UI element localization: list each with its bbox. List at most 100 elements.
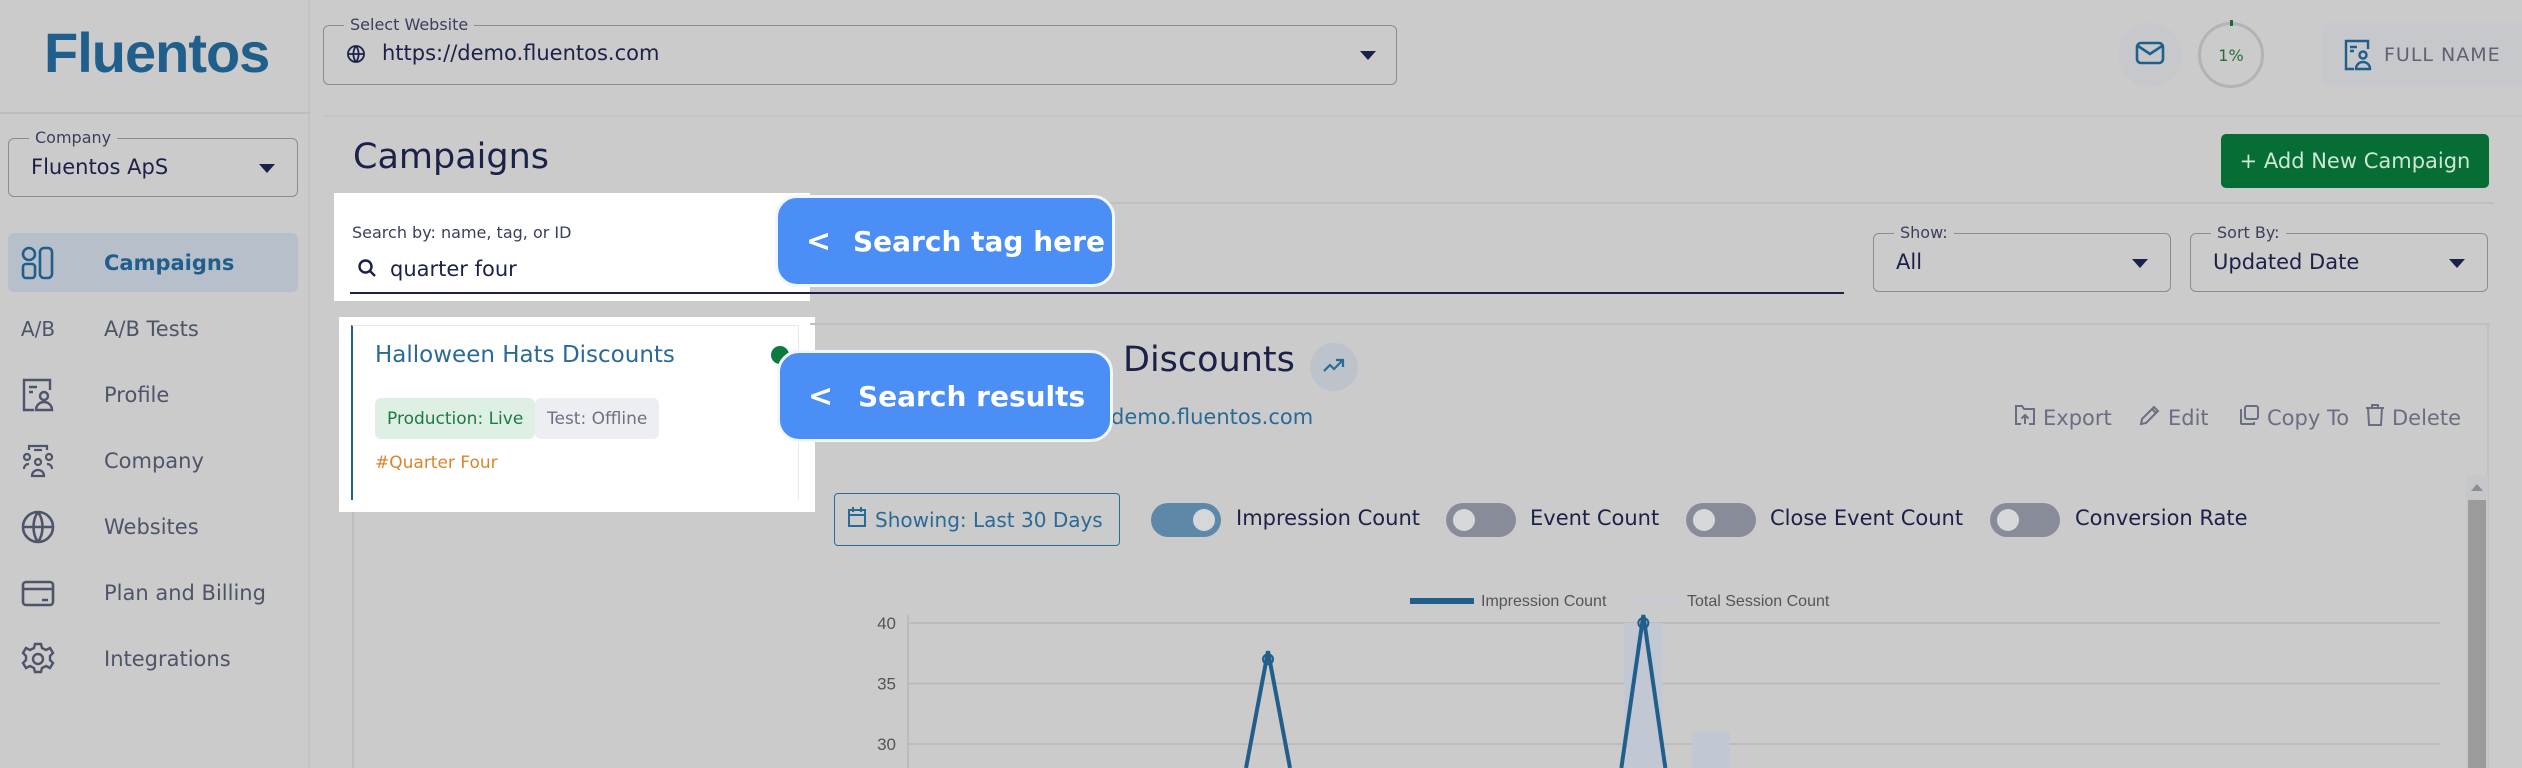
show-filter-select[interactable]: Show: All	[1873, 223, 2171, 292]
delete-button[interactable]: Delete	[2364, 403, 2461, 432]
toggle-knob	[1193, 509, 1215, 531]
session-count-bar	[1691, 731, 1730, 768]
legend-label-total-session-count: Total Session Count	[1687, 593, 1830, 610]
company-icon	[20, 443, 56, 479]
chevron-down-icon	[2132, 259, 2148, 268]
chevron-up-icon	[2471, 483, 2483, 491]
chevron-left-icon: <	[808, 378, 834, 414]
test-status-badge: Test: Offline	[535, 398, 660, 439]
y-tick-label: 30	[877, 735, 896, 754]
sort-by-value: Updated Date	[2213, 250, 2360, 274]
user-menu-button[interactable]: FULL NAME	[2322, 23, 2522, 87]
chevron-down-icon	[1360, 51, 1376, 60]
search-label: Search by: name, tag, or ID	[352, 223, 572, 242]
sidebar-item-label: A/B Tests	[104, 316, 199, 341]
progress-arc	[2230, 20, 2233, 26]
mail-icon	[2135, 41, 2165, 69]
search-tag-tooltip: < Search tag here	[775, 195, 1115, 287]
edit-label: Edit	[2168, 405, 2209, 430]
sidebar-item-label: Plan and Billing	[104, 580, 266, 605]
campaign-title[interactable]: Halloween Hats Discounts	[375, 342, 675, 368]
sort-by-label: Sort By:	[2211, 223, 2286, 242]
campaign-card[interactable]: Halloween Hats Discounts Production: Liv…	[351, 325, 799, 500]
website-select-value: https://demo.fluentos.com	[382, 41, 660, 65]
user-name: FULL NAME	[2384, 44, 2501, 66]
search-results-tooltip: < Search results	[777, 350, 1113, 442]
company-select[interactable]: Company Fluentos ApS	[8, 128, 298, 197]
toggle-knob	[1997, 509, 2019, 531]
conversion-rate-toggle[interactable]	[1990, 503, 2060, 537]
calendar-icon	[847, 506, 867, 533]
copy-to-button[interactable]: Copy To	[2237, 403, 2349, 432]
search-underline	[350, 292, 1844, 294]
search-icon	[357, 258, 377, 282]
sidebar-item-integrations[interactable]: Integrations	[8, 629, 298, 688]
legend-swatch-total-session-count	[1635, 600, 1680, 602]
show-filter-label: Show:	[1894, 223, 1954, 242]
globe-icon	[346, 44, 366, 68]
globe-icon	[20, 509, 56, 545]
show-filter-value: All	[1896, 250, 1923, 274]
pencil-icon	[2138, 403, 2162, 432]
legend-swatch-impression-count	[1410, 598, 1474, 604]
sidebar-item-label: Websites	[104, 514, 199, 539]
toggle-knob	[1453, 509, 1475, 531]
gear-icon	[20, 641, 56, 677]
progress-text: 1%	[2218, 45, 2244, 65]
event-count-toggle[interactable]	[1446, 503, 1516, 537]
copy-to-label: Copy To	[2267, 405, 2350, 430]
chevron-left-icon: <	[806, 223, 832, 259]
export-button[interactable]: Export	[2013, 403, 2112, 432]
campaigns-icon	[20, 245, 56, 281]
impression-count-toggle[interactable]	[1151, 503, 1221, 537]
y-tick-label: 35	[877, 675, 896, 694]
export-label: Export	[2043, 405, 2112, 430]
sidebar-item-company[interactable]: Company	[8, 431, 298, 490]
production-status-badge: Production: Live	[375, 398, 536, 439]
impression-count-line	[1244, 650, 1292, 768]
y-tick-label: 40	[877, 614, 896, 633]
logo[interactable]: Fluentos	[44, 20, 270, 85]
close-event-count-label: Close Event Count	[1770, 506, 1964, 530]
website-select[interactable]: Select Website https://demo.fluentos.com	[323, 15, 1397, 85]
profile-icon	[20, 377, 56, 413]
page-title: Campaigns	[353, 137, 550, 177]
sidebar-item-campaigns[interactable]: Campaigns	[8, 233, 298, 292]
copy-icon	[2237, 403, 2261, 432]
company-select-label: Company	[29, 128, 118, 147]
tooltip-text: Search tag here	[853, 224, 1105, 258]
scrollbar-thumb[interactable]	[2468, 500, 2486, 768]
impressions-chart: Impression Count Total Session Count 40 3…	[877, 593, 2440, 768]
progress-indicator[interactable]: 1%	[2198, 22, 2264, 88]
campaign-tag[interactable]: #Quarter Four	[375, 453, 498, 473]
campaign-url[interactable]: demo.fluentos.com	[1111, 405, 1313, 429]
messages-button[interactable]	[2118, 23, 2182, 87]
trash-icon	[2364, 403, 2386, 432]
scroll-up-arrow[interactable]	[2466, 475, 2488, 499]
edit-button[interactable]: Edit	[2138, 403, 2209, 432]
delete-label: Delete	[2392, 405, 2461, 430]
add-campaign-button[interactable]: + Add New Campaign	[2221, 134, 2489, 188]
conversion-rate-label: Conversion Rate	[2075, 506, 2248, 530]
sidebar-item-ab-tests[interactable]: A/B A/B Tests	[8, 299, 298, 358]
event-count-label: Event Count	[1530, 506, 1660, 530]
trending-up-icon	[1322, 356, 1346, 378]
sidebar-item-profile[interactable]: Profile	[8, 365, 298, 424]
sidebar-item-label: Profile	[104, 382, 170, 407]
search-input[interactable]	[390, 252, 790, 286]
detail-panel-border	[810, 323, 2490, 325]
website-select-label: Select Website	[344, 15, 475, 34]
sidebar-item-websites[interactable]: Websites	[8, 497, 298, 556]
tooltip-text: Search results	[858, 379, 1086, 413]
sidebar: Fluentos Company Fluentos ApS Campaigns …	[0, 0, 310, 768]
analytics-button[interactable]	[1310, 343, 1358, 391]
date-range-button[interactable]: Showing: Last 30 Days	[834, 493, 1120, 546]
company-select-value: Fluentos ApS	[31, 155, 169, 179]
sidebar-item-label: Integrations	[104, 646, 231, 671]
campaign-detail-title: Discounts	[1123, 340, 1295, 380]
profile-icon	[2344, 39, 2372, 75]
sidebar-item-plan-billing[interactable]: Plan and Billing	[8, 563, 298, 622]
close-event-count-toggle[interactable]	[1686, 503, 1756, 537]
sort-by-select[interactable]: Sort By: Updated Date	[2190, 223, 2488, 292]
toggle-knob	[1693, 509, 1715, 531]
